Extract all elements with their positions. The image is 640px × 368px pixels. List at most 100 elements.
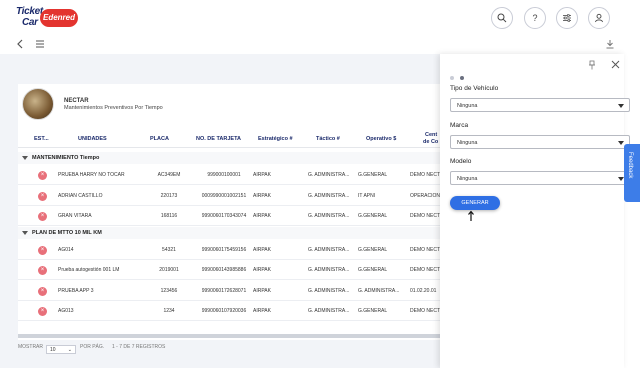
cell-tactico: G. ADMINISTRA... bbox=[308, 213, 350, 219]
table-row[interactable]: × Prueba autogestión 001 LM 2019001 9990060… bbox=[18, 260, 443, 280]
col-centro[interactable]: Cent bbox=[425, 132, 437, 138]
cell-centro: 01.02.20.01 bbox=[410, 287, 437, 294]
cell-centro: DEMO NECT bbox=[410, 213, 440, 219]
cell-centro: DEMO NECT bbox=[410, 172, 440, 178]
cell-placa: 168116 bbox=[160, 213, 178, 219]
dot-icon bbox=[460, 76, 464, 80]
report-panel: NECTAR Mantenimientos Preventivos Por Ti… bbox=[18, 84, 443, 340]
download-icon[interactable] bbox=[605, 39, 615, 49]
cell-operativo: G. ADMINISTRA... bbox=[358, 287, 400, 294]
cell-centro: DEMO NECT bbox=[410, 267, 440, 273]
cell-estrategico: AIRPAK bbox=[253, 246, 271, 253]
col-operativo[interactable]: Operativo $ bbox=[366, 136, 396, 142]
chevron-down-icon: ⌄ bbox=[67, 347, 72, 353]
cell-tarjeta: 999000100001 bbox=[207, 172, 241, 178]
model-value: Ninguna bbox=[457, 176, 478, 182]
cell-operativo: G.GENERAL bbox=[358, 213, 388, 219]
table-header: EST... UNIDADES PLACA NO. DE TARJETA Est… bbox=[18, 130, 443, 148]
generate-button[interactable]: GENERAR bbox=[450, 196, 500, 210]
remove-icon[interactable]: × bbox=[38, 266, 47, 275]
close-icon[interactable] bbox=[611, 60, 620, 69]
toolbar bbox=[0, 36, 640, 54]
chevron-down-icon bbox=[22, 156, 28, 160]
per-page-select[interactable]: 10 ⌄ bbox=[46, 345, 76, 354]
cell-unidad: GRAN VITARA bbox=[58, 213, 92, 219]
table-row[interactable]: × PRUEBA APP 3 123456 9990060172628071 AIRPA… bbox=[18, 281, 443, 301]
menu-icon[interactable] bbox=[35, 39, 45, 49]
cell-placa: 123456 bbox=[160, 287, 178, 294]
ticket-car-logo[interactable]: Ticket Car Edenred bbox=[16, 6, 80, 32]
remove-icon[interactable]: × bbox=[38, 307, 47, 316]
company-avatar bbox=[22, 88, 54, 120]
table-group-header[interactable]: MANTENIMIENTO Tiempo bbox=[18, 152, 443, 164]
cell-operativo: G.GENERAL bbox=[358, 267, 388, 273]
cell-operativo: IT APNI bbox=[358, 192, 376, 199]
cell-estrategico: AIRPAK bbox=[253, 213, 271, 219]
chevron-down-icon bbox=[618, 141, 624, 145]
group-title: PLAN DE MTTO 10 MIL KM bbox=[32, 229, 102, 236]
col-tarjeta[interactable]: NO. DE TARJETA bbox=[196, 136, 241, 142]
chevron-down-icon bbox=[22, 230, 28, 235]
brand-value: Ninguna bbox=[457, 140, 478, 146]
remove-icon[interactable]: × bbox=[38, 245, 47, 255]
table-row[interactable]: × PRUEBA HARRY NO TOCAR AC349EM 99900010000… bbox=[18, 165, 443, 185]
remove-icon[interactable]: × bbox=[38, 286, 47, 296]
cell-tarjeta: 0009990001002151 bbox=[201, 192, 247, 199]
feedback-tab[interactable]: Feedback bbox=[624, 144, 640, 202]
cell-estrategico: AIRPAK bbox=[253, 308, 271, 314]
col-placa[interactable]: PLACA bbox=[150, 136, 169, 142]
cell-estrategico: AIRPAK bbox=[253, 192, 271, 199]
model-label: Modelo bbox=[450, 158, 472, 165]
remove-icon[interactable]: × bbox=[38, 171, 47, 180]
brand-label: Marca bbox=[450, 122, 469, 129]
cell-unidad: PRUEBA APP 3 bbox=[58, 287, 94, 294]
records-count: 1 - 7 DE 7 REGISTROS bbox=[112, 344, 166, 350]
model-select[interactable]: Ninguna bbox=[450, 171, 630, 185]
dot-icon bbox=[450, 76, 454, 80]
cell-unidad: ADRIAN CASTILLO bbox=[58, 192, 103, 199]
pin-icon[interactable] bbox=[588, 60, 596, 70]
cell-tactico: G. ADMINISTRA... bbox=[308, 246, 350, 253]
user-button[interactable] bbox=[588, 7, 610, 29]
filter-side-panel: Tipo de Vehículo Ninguna Marca Ninguna M… bbox=[440, 54, 630, 368]
vehicle-type-select[interactable]: Ninguna bbox=[450, 98, 630, 112]
filters-button[interactable] bbox=[556, 7, 578, 29]
logo-line2: Car bbox=[22, 17, 38, 28]
help-button[interactable]: ? bbox=[524, 7, 546, 29]
col-tactico[interactable]: Táctico # bbox=[316, 136, 340, 142]
cell-placa: 54321 bbox=[162, 246, 176, 253]
group-title: MANTENIMIENTO Tiempo bbox=[32, 155, 100, 161]
help-icon: ? bbox=[532, 13, 538, 23]
table-group-header[interactable]: PLAN DE MTTO 10 MIL KM bbox=[18, 226, 443, 239]
col-estado[interactable]: EST... bbox=[34, 136, 49, 142]
per-page-value: 10 bbox=[50, 347, 56, 353]
remove-icon[interactable]: × bbox=[38, 212, 47, 221]
cell-tarjeta: 9990060107920036 bbox=[201, 308, 247, 314]
per-page-label: POR PÁG. bbox=[80, 344, 105, 350]
col-estrategico[interactable]: Estratégico # bbox=[258, 136, 293, 142]
cell-estrategico: AIRPAK bbox=[253, 172, 271, 178]
cell-tactico: G. ADMINISTRA... bbox=[308, 172, 350, 178]
cell-tarjeta: 9990060175459156 bbox=[201, 246, 247, 253]
cell-tactico: G. ADMINISTRA... bbox=[308, 308, 350, 314]
table-row[interactable]: × AG013 1234 9990060107920036 AIRPAK G. ADMIN… bbox=[18, 301, 443, 321]
horizontal-scrollbar[interactable] bbox=[18, 334, 443, 338]
remove-icon[interactable]: × bbox=[38, 191, 47, 201]
back-arrow-icon[interactable] bbox=[16, 39, 24, 49]
user-icon bbox=[595, 13, 603, 23]
cell-operativo: G.GENERAL bbox=[358, 246, 388, 253]
col-unidades[interactable]: UNIDADES bbox=[78, 136, 107, 142]
cell-tarjeta: 9990060170343074 bbox=[201, 213, 247, 219]
table-row[interactable]: × ADRIAN CASTILLO 220173 0009990001002151 AI… bbox=[18, 186, 443, 206]
cell-tactico: G. ADMINISTRA... bbox=[308, 287, 350, 294]
cell-placa: 220173 bbox=[160, 192, 178, 199]
table-row[interactable]: × AG014 54321 9990060175459156 AIRPAK G. ADMI… bbox=[18, 240, 443, 260]
cell-tarjeta: 9990060143985886 bbox=[201, 267, 247, 273]
col-centro-2: de Co bbox=[423, 139, 439, 145]
cell-estrategico: AIRPAK bbox=[253, 287, 271, 294]
search-button[interactable] bbox=[491, 7, 513, 29]
brand-select[interactable]: Ninguna bbox=[450, 135, 630, 149]
table-row[interactable]: × GRAN VITARA 168116 9990060170343074 AIRPAK… bbox=[18, 206, 443, 226]
search-icon bbox=[497, 13, 507, 23]
cell-centro: OPERACION bbox=[410, 192, 441, 199]
